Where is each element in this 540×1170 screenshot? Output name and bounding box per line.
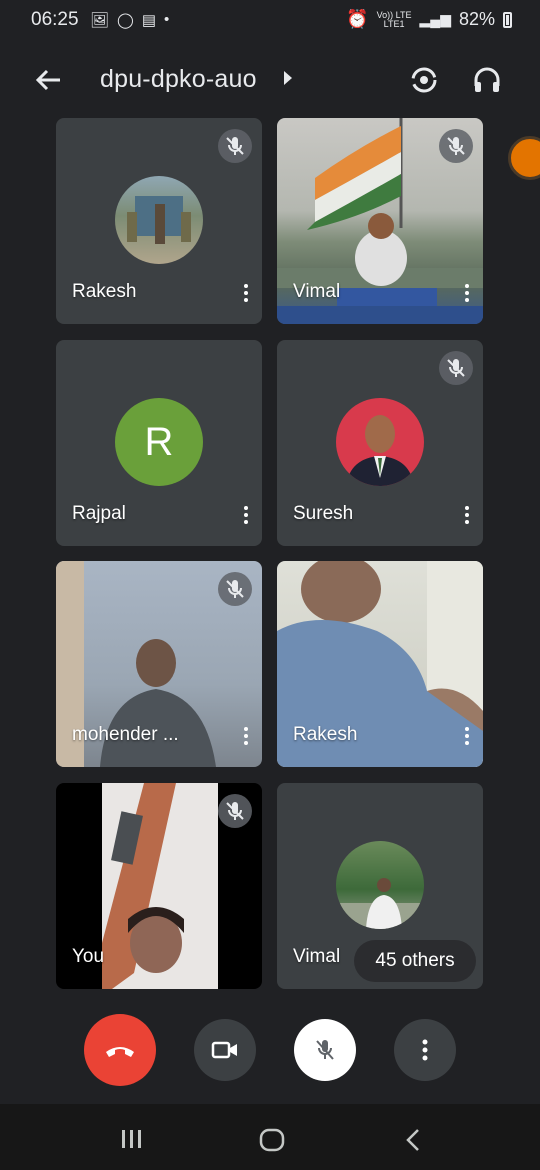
meeting-code-title[interactable]: dpu-dpko-auo xyxy=(100,65,257,94)
alarm-icon: ⏰ xyxy=(346,9,369,29)
signal-icon: ▂▄▆ xyxy=(419,11,451,27)
system-nav-bar xyxy=(0,1104,540,1170)
home-icon[interactable] xyxy=(259,1128,285,1152)
avatar xyxy=(336,841,424,929)
participant-name: mohender ... xyxy=(72,724,179,745)
avatar: R xyxy=(115,398,203,486)
participant-tile[interactable]: Rakesh xyxy=(277,561,483,767)
meeting-info-arrow-icon[interactable] xyxy=(284,71,292,85)
mic-off-icon xyxy=(439,129,473,163)
notification-icons: 🖼 ◯ ▤ • xyxy=(90,11,169,29)
participant-name: Vimal xyxy=(293,946,341,967)
participant-name: Suresh xyxy=(293,503,354,524)
participant-tile[interactable]: R Rajpal xyxy=(56,340,262,546)
avatar xyxy=(336,398,424,486)
floating-video-bubble[interactable] xyxy=(508,136,540,180)
participant-tile[interactable]: mohender ... xyxy=(56,561,262,767)
gallery-icon: 🖼 xyxy=(90,12,110,29)
sim-icon: ▤ xyxy=(141,12,157,29)
switch-camera-icon[interactable] xyxy=(408,64,440,96)
dot-icon: • xyxy=(164,11,170,28)
more-options-icon[interactable] xyxy=(461,725,473,749)
more-options-icon[interactable] xyxy=(461,282,473,306)
status-bar: 06:25 🖼 ◯ ▤ • ⏰ Vo)) LTE LTE1 ▂▄▆ 82% xyxy=(0,0,540,42)
battery-percent: 82% xyxy=(458,9,495,29)
participant-tile[interactable]: Rakesh xyxy=(56,118,262,324)
self-view-tile[interactable]: You xyxy=(56,783,262,989)
back-arrow-icon[interactable] xyxy=(34,66,62,94)
mic-off-icon xyxy=(218,129,252,163)
participant-name: You xyxy=(72,946,105,967)
audio-output-icon[interactable] xyxy=(471,64,503,96)
participant-name: Rakesh xyxy=(293,724,358,745)
others-count-button[interactable]: 45 others xyxy=(354,940,476,982)
more-options-icon[interactable] xyxy=(240,725,252,749)
avatar xyxy=(115,176,203,264)
recent-apps-icon[interactable] xyxy=(120,1128,144,1150)
participant-tile[interactable]: Vimal xyxy=(277,118,483,324)
vertical-dots-icon xyxy=(422,1039,428,1061)
more-options-icon[interactable] xyxy=(461,504,473,528)
more-options-icon[interactable] xyxy=(240,282,252,306)
battery-icon xyxy=(503,11,512,28)
video-camera-icon xyxy=(211,1041,237,1059)
more-options-button[interactable] xyxy=(394,1019,456,1081)
more-options-icon[interactable] xyxy=(240,504,252,528)
end-call-button[interactable] xyxy=(84,1014,156,1086)
network-indicator: Vo)) LTE LTE1 xyxy=(376,9,412,29)
meeting-header: dpu-dpko-auo xyxy=(0,52,540,106)
participant-name: Rakesh xyxy=(72,281,137,302)
camera-toggle-button[interactable] xyxy=(194,1019,256,1081)
status-time: 06:25 xyxy=(31,9,79,30)
mic-off-icon xyxy=(316,1040,334,1060)
mic-off-icon xyxy=(439,351,473,385)
participant-name: Rajpal xyxy=(72,503,126,524)
hang-up-icon xyxy=(106,1047,134,1057)
microphone-toggle-button[interactable] xyxy=(294,1019,356,1081)
back-icon[interactable] xyxy=(403,1128,423,1152)
participant-tile[interactable]: Suresh xyxy=(277,340,483,546)
mic-off-icon xyxy=(218,794,252,828)
mic-off-icon xyxy=(218,572,252,606)
whatsapp-icon: ◯ xyxy=(117,12,134,29)
participant-name: Vimal xyxy=(293,281,341,302)
